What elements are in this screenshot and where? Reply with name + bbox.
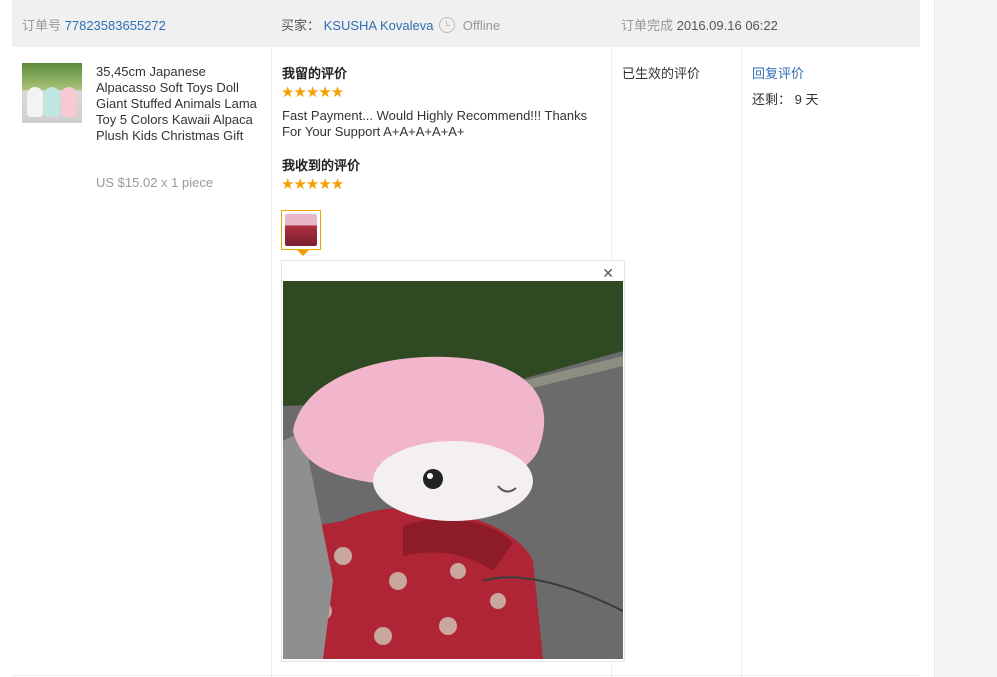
my-review-text: Fast Payment... Would Highly Recommend!!… — [282, 108, 588, 139]
product-thumbnail[interactable] — [22, 63, 82, 123]
alpaca-figure — [44, 87, 60, 117]
order-label: 订单号 — [22, 18, 62, 33]
order-number-link[interactable]: 77823583655272 — [65, 18, 166, 33]
my-review-stars: ★★★★★ — [281, 84, 344, 101]
product-title[interactable]: 35,45cm Japanese Alpacasso Soft Toys Dol… — [96, 64, 261, 144]
column-divider — [271, 47, 272, 677]
order-card: 订单号 77823583655272 买家： KSUSHA Kovaleva O… — [12, 0, 920, 677]
buyer-info: 买家： KSUSHA Kovaleva Offline — [281, 15, 500, 34]
completed-label: 订单完成 — [621, 18, 674, 33]
photo-preview-popup: ✕ — [281, 260, 625, 662]
completed-time: 2016.09.16 06:22 — [676, 18, 778, 33]
alpaca-figure — [61, 87, 77, 117]
remaining-days: 还剩： 9 天 — [752, 92, 819, 107]
buyer-status: Offline — [462, 18, 501, 33]
review-photo — [283, 281, 623, 659]
order-number: 订单号 77823583655272 — [22, 15, 166, 34]
effective-review-status: 已生效的评价 — [622, 66, 701, 81]
order-header: 订单号 77823583655272 买家： KSUSHA Kovaleva O… — [12, 0, 920, 47]
buyer-label: 买家： — [281, 18, 321, 33]
row-divider — [12, 675, 920, 676]
reply-review-link[interactable]: 回复评价 — [752, 63, 804, 82]
order-completed: 订单完成 2016.09.16 06:22 — [621, 15, 778, 34]
my-review-heading: 我留的评价 — [282, 66, 348, 81]
clock-icon — [439, 17, 456, 33]
review-photo-image — [283, 281, 623, 659]
photo-thumb-image — [285, 214, 317, 246]
column-divider — [741, 47, 742, 677]
received-review-heading: 我收到的评价 — [282, 158, 361, 173]
alpaca-figure — [27, 87, 43, 117]
buyer-name-link[interactable]: KSUSHA Kovaleva — [324, 18, 434, 33]
close-icon[interactable]: ✕ — [602, 265, 614, 282]
popup-pointer — [297, 250, 309, 256]
review-photo-thumbnail[interactable] — [281, 210, 321, 250]
scrollbar[interactable] — [934, 0, 997, 677]
product-price: US $15.02 x 1 piece — [96, 175, 214, 190]
received-review-stars: ★★★★★ — [281, 176, 344, 193]
